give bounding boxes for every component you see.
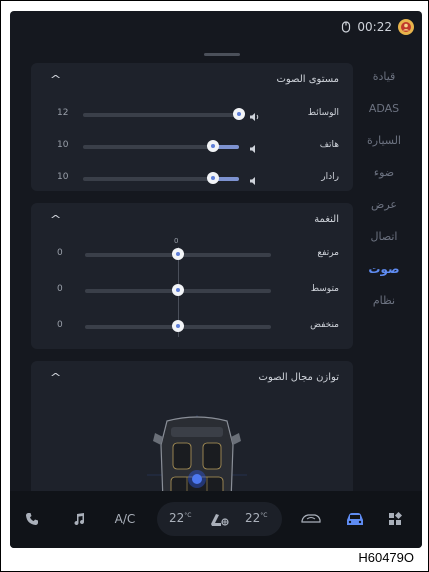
tone-card: ^ النغمة 0 0 مرتفع 0 متوسط 0 منخفض xyxy=(31,203,353,349)
tone-value: 0 xyxy=(57,284,63,294)
volume-row: 12 الوسائط xyxy=(31,105,353,125)
tone-value: 0 xyxy=(57,248,63,258)
sidebar-item-light[interactable]: ضوء xyxy=(354,157,414,189)
user-avatar[interactable] xyxy=(398,19,414,35)
tone-card-title: النغمة xyxy=(314,214,339,225)
mouse-icon xyxy=(341,21,351,33)
slider-knob[interactable] xyxy=(207,140,219,152)
slider-knob[interactable] xyxy=(172,248,184,260)
bottom-dock: A/C 22°C 22°C xyxy=(10,491,422,548)
balance-card-title: توازن مجال الصوت xyxy=(258,372,339,383)
sidebar-item-display[interactable]: عرض xyxy=(354,189,414,221)
collapse-chevron-icon[interactable]: ^ xyxy=(50,213,62,226)
music-icon[interactable] xyxy=(69,507,89,531)
tone-row: 0 منخفض xyxy=(31,317,353,337)
sidebar-item-drive[interactable]: قيادة xyxy=(354,61,414,93)
speaker-icon xyxy=(249,172,261,185)
speaker-icon xyxy=(249,108,261,121)
volume-label: الوسائط xyxy=(307,108,339,118)
slider-track[interactable] xyxy=(83,113,239,117)
volume-row: 10 رادار xyxy=(31,169,353,189)
settings-content: ^ مستوى الصوت 12 الوسائط 10 هاتف 10 رادا… xyxy=(31,63,354,495)
ac-button[interactable]: A/C xyxy=(108,507,142,531)
sidebar-item-connect[interactable]: اتصال xyxy=(354,221,414,253)
tone-row: 0 مرتفع xyxy=(31,245,353,265)
car-seat-map-icon[interactable] xyxy=(147,415,247,495)
volume-value: 10 xyxy=(57,140,69,150)
volume-value: 10 xyxy=(57,172,69,182)
volume-label: رادار xyxy=(321,172,339,182)
collapse-chevron-icon[interactable]: ^ xyxy=(50,73,62,86)
sidebar-item-system[interactable]: نظام xyxy=(354,285,414,317)
infotainment-screen: 00:22 قيادة ADAS السيارة ضوء عرض اتصال ص… xyxy=(10,11,422,548)
temp-right-unit: °C xyxy=(260,512,268,519)
drag-handle[interactable] xyxy=(204,53,240,56)
collapse-chevron-icon[interactable]: ^ xyxy=(50,371,62,384)
vehicle-settings-icon[interactable] xyxy=(342,507,368,531)
apps-grid-icon[interactable] xyxy=(384,507,406,531)
temp-right[interactable]: 22°C xyxy=(245,511,267,525)
tone-label: مرتفع xyxy=(317,248,339,258)
climate-control: 22°C 22°C xyxy=(157,502,282,536)
sidebar-item-sound[interactable]: صوت xyxy=(354,253,414,285)
tone-label: متوسط xyxy=(310,284,339,294)
tone-value: 0 xyxy=(57,320,63,330)
volume-value: 12 xyxy=(57,108,69,118)
tone-row: 0 متوسط xyxy=(31,281,353,301)
temp-left-unit: °C xyxy=(184,512,192,519)
fan-seat-icon[interactable] xyxy=(207,510,231,532)
phone-icon[interactable] xyxy=(22,507,42,531)
slider-knob[interactable] xyxy=(172,320,184,332)
settings-sidebar: قيادة ADAS السيارة ضوء عرض اتصال صوت نظا… xyxy=(354,61,414,317)
slider-knob[interactable] xyxy=(207,172,219,184)
sidebar-item-vehicle[interactable]: السيارة xyxy=(354,125,414,157)
slider-knob[interactable] xyxy=(172,284,184,296)
volume-card: ^ مستوى الصوت 12 الوسائط 10 هاتف 10 رادا… xyxy=(31,63,353,191)
recirculation-icon[interactable] xyxy=(298,507,324,531)
slider-knob[interactable] xyxy=(233,108,245,120)
status-bar: 00:22 xyxy=(10,11,422,43)
volume-label: هاتف xyxy=(319,140,339,150)
speaker-icon xyxy=(249,140,261,153)
temp-left[interactable]: 22°C xyxy=(169,511,191,525)
temp-left-value: 22 xyxy=(169,511,185,525)
volume-card-title: مستوى الصوت xyxy=(276,74,339,85)
zero-marker-label: 0 xyxy=(174,237,179,245)
volume-row: 10 هاتف xyxy=(31,137,353,157)
temp-right-value: 22 xyxy=(245,511,261,525)
clock: 00:22 xyxy=(357,20,392,34)
figure-caption: H60479O xyxy=(358,550,414,565)
tone-label: منخفض xyxy=(310,320,339,330)
figure-frame: 00:22 قيادة ADAS السيارة ضوء عرض اتصال ص… xyxy=(0,0,429,572)
sidebar-item-adas[interactable]: ADAS xyxy=(354,93,414,125)
